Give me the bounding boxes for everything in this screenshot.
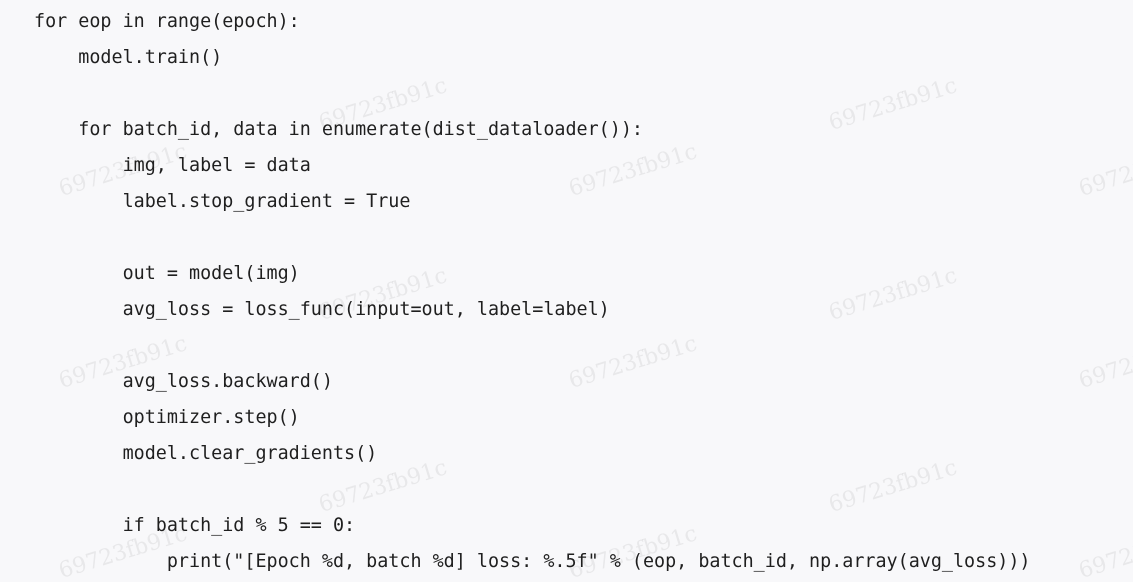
- code-line: print("[Epoch %d, batch %d] loss: %.5f" …: [34, 551, 1031, 572]
- code-line: avg_loss.backward(): [34, 371, 333, 392]
- code-block: 69723fb91c 69723fb91c 69723fb91c 69723fb…: [0, 0, 1133, 582]
- watermark: 69723fb91c: [1076, 521, 1133, 582]
- code-line: img, label = data: [34, 155, 311, 176]
- code-text: for eop in range(epoch): model.train() f…: [34, 4, 1031, 580]
- watermark: 69723fb91c: [1076, 331, 1133, 394]
- code-line: for batch_id, data in enumerate(dist_dat…: [34, 119, 643, 140]
- code-line: for eop in range(epoch):: [34, 11, 300, 32]
- code-line: if batch_id % 5 == 0:: [34, 515, 356, 536]
- code-line: model.train(): [34, 47, 223, 68]
- code-line: optimizer.step(): [34, 407, 300, 428]
- watermark: 69723fb91c: [1076, 139, 1133, 202]
- code-line: out = model(img): [34, 263, 300, 284]
- code-line: label.stop_gradient = True: [34, 191, 411, 212]
- code-line: model.clear_gradients(): [34, 443, 378, 464]
- code-line: avg_loss = loss_func(input=out, label=la…: [34, 299, 610, 320]
